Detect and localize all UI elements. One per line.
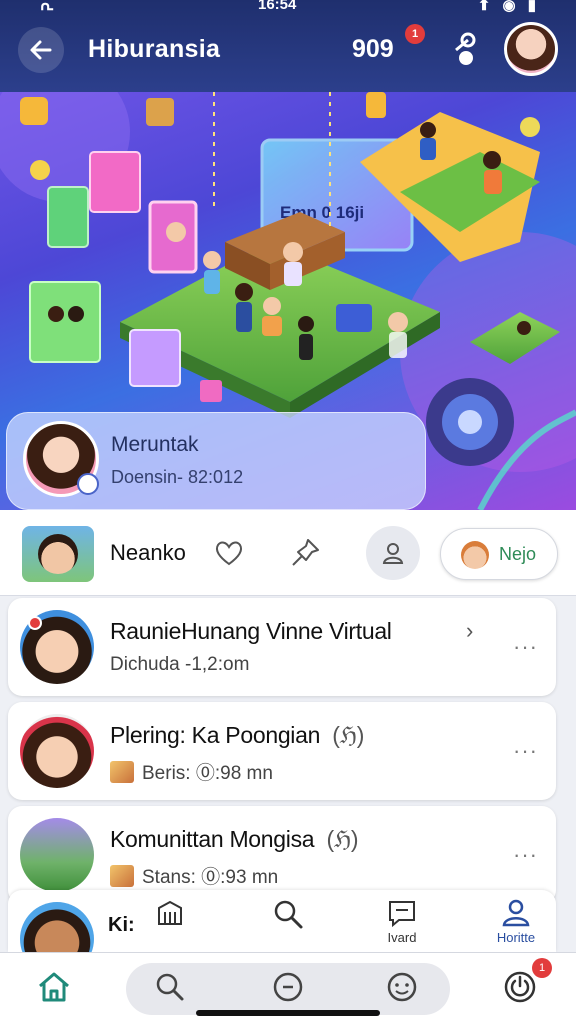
more-options-icon[interactable]: ··· — [513, 738, 538, 764]
nav-messages[interactable] — [268, 967, 308, 1007]
pin-icon — [292, 539, 319, 566]
list-item[interactable]: RaunieHunang Vinne Virtual Dichuda -1,2:… — [8, 598, 556, 696]
power-icon — [504, 971, 536, 1003]
chat-box-icon — [389, 901, 415, 928]
status-bar: ᕆ 16:54 ⬆ ◉ ▮ — [0, 0, 576, 18]
heart-icon — [215, 541, 243, 566]
list-avatar — [20, 818, 94, 892]
list-item-title: Plering: Ka Poongian (ℌ) — [110, 722, 365, 748]
content-tab-bar: Ki: Ivard Horitte — [8, 890, 556, 976]
status-left: ᕆ — [40, 0, 54, 14]
share-button[interactable] — [444, 30, 484, 70]
nav-search[interactable] — [150, 967, 190, 1007]
list-item-title: RaunieHunang Vinne Virtual — [110, 618, 392, 644]
partial-item-label: Ki: — [108, 914, 135, 936]
thumbnail-icon — [110, 865, 134, 887]
arrow-left-icon — [30, 40, 52, 60]
action-row: Neanko Nejo — [0, 510, 576, 596]
library-icon — [158, 900, 182, 925]
status-time: 16:54 — [258, 0, 297, 13]
list-item-subtitle: Dichuda -1,2:om — [110, 654, 250, 675]
profile-name: Meruntak — [111, 433, 199, 456]
status-icons: ⬆ ◉ ▮ — [477, 0, 540, 14]
page-title: Hiburansia — [88, 35, 221, 63]
chat-icon — [273, 972, 303, 1002]
list-item-subtitle: Stans: ⓪:93 mn — [110, 862, 278, 889]
tab-library[interactable] — [140, 898, 200, 930]
thumbnail-icon — [110, 761, 134, 783]
home-indicator[interactable] — [196, 1010, 380, 1016]
like-button[interactable] — [212, 536, 246, 570]
person-icon — [502, 899, 530, 927]
notification-badge: 1 — [405, 24, 425, 44]
nav-home[interactable] — [34, 967, 74, 1007]
nav-notification-badge: 1 — [532, 958, 552, 978]
tab-chat[interactable]: Ivard — [372, 898, 432, 945]
tab-search[interactable] — [258, 898, 318, 932]
content-name: Neanko — [110, 540, 186, 565]
unread-dot — [28, 616, 42, 630]
profile-subtitle: Doensin- 82:012 — [111, 467, 244, 487]
header-counter[interactable]: 909 — [352, 35, 394, 64]
more-options-icon[interactable]: ··· — [513, 842, 538, 868]
content-thumbnail[interactable] — [22, 526, 94, 582]
follow-button[interactable]: Nejo — [440, 528, 558, 580]
list-item[interactable]: Plering: Ka Poongian (ℌ) Beris: ⓪:98 mn … — [8, 702, 556, 800]
more-options-icon[interactable]: ··· — [513, 634, 538, 660]
smile-icon — [387, 972, 417, 1002]
pin-button[interactable] — [288, 536, 322, 570]
home-icon — [39, 972, 69, 1002]
nav-reactions[interactable] — [382, 967, 422, 1007]
list-item-subtitle: Beris: ⓪:98 mn — [110, 758, 273, 785]
chevron-right-icon[interactable]: › — [466, 618, 473, 644]
app-header: ᕆ 16:54 ⬆ ◉ ▮ Hiburansia 909 1 — [0, 0, 576, 92]
profile-status-icon — [77, 473, 99, 495]
follow-label: Nejo — [499, 544, 537, 564]
back-button[interactable] — [18, 27, 64, 73]
share-icon — [455, 32, 476, 65]
tab-profile[interactable]: Horitte — [486, 898, 546, 945]
follow-avatar-icon — [461, 541, 489, 569]
profile-button[interactable] — [366, 526, 420, 580]
search-icon — [274, 900, 303, 929]
list-item-title: Komunittan Mongisa (ℌ) — [110, 826, 359, 852]
search-icon — [156, 973, 184, 1001]
profile-card[interactable]: Meruntak Doensin- 82:012 — [6, 412, 426, 510]
user-avatar[interactable] — [504, 22, 558, 76]
person-outline-icon — [382, 543, 404, 564]
list-avatar — [20, 714, 94, 788]
